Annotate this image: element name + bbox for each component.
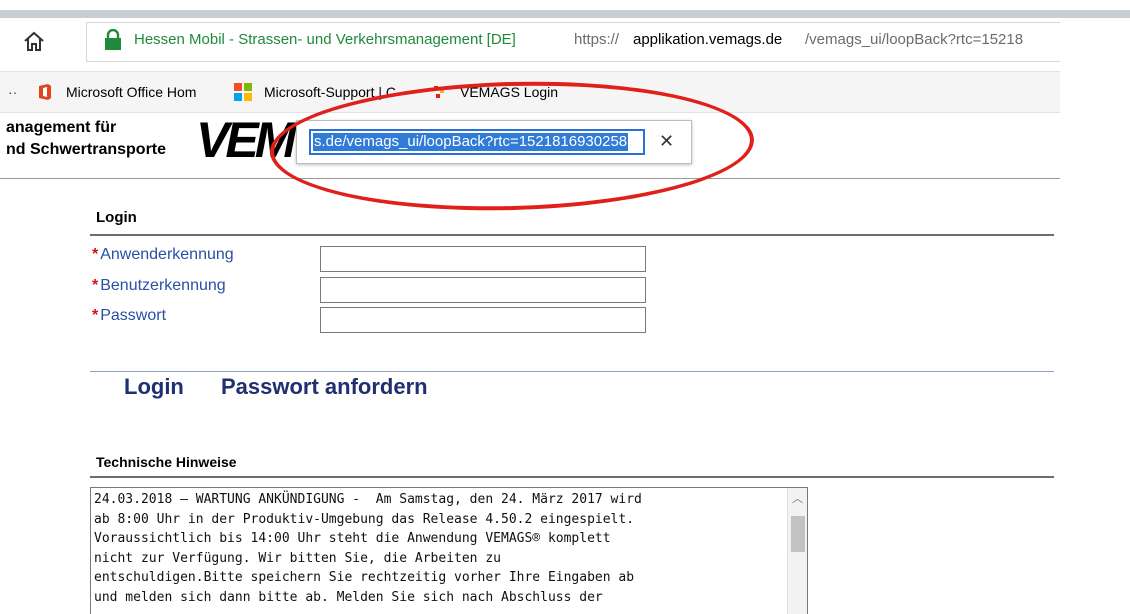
favorites-overflow[interactable]: ··: [8, 84, 17, 100]
anwenderkennung-label: * Anwenderkennung: [92, 246, 234, 264]
favorite-office-link[interactable]: Microsoft Office Hom: [66, 84, 196, 100]
vemags-icon: [432, 83, 450, 101]
passwort-input[interactable]: [320, 307, 646, 333]
address-bar-row: Hessen Mobil - Strassen- und Verkehrsman…: [0, 18, 1060, 66]
required-marker: *: [92, 246, 99, 263]
lock-icon[interactable]: [104, 28, 122, 51]
technical-notes-text: 24.03.2018 – WARTUNG ANKÜNDIGUNG - Am Sa…: [94, 492, 642, 605]
favorite-vemags-link[interactable]: VEMAGS Login: [460, 84, 558, 100]
site-identity[interactable]: Hessen Mobil - Strassen- und Verkehrsman…: [134, 31, 516, 48]
windows-icon: [234, 83, 252, 101]
technical-notes-divider: [90, 476, 1054, 478]
close-icon[interactable]: ✕: [659, 132, 674, 150]
required-marker: *: [92, 277, 99, 294]
window-top-strip: [0, 10, 1130, 18]
technical-notes-title: Technische Hinweise: [96, 454, 237, 470]
login-link[interactable]: Login: [124, 374, 184, 400]
benutzerkennung-label-text: Benutzerkennung: [100, 277, 226, 294]
scrollbar-thumb[interactable]: [791, 516, 805, 552]
favorites-bar: ·· Microsoft Office Hom Microsoft-Suppor…: [0, 71, 1060, 113]
actions-divider: [90, 371, 1054, 372]
url-host: applikation.vemags.de: [633, 31, 783, 48]
passwort-label-text: Passwort: [100, 307, 167, 324]
url-popup-selected-text: s.de/vemags_ui/loopBack?rtc=152181693025…: [313, 133, 629, 151]
home-icon[interactable]: [20, 28, 48, 56]
required-marker: *: [92, 307, 99, 324]
passwort-label: * Passwort: [92, 307, 166, 325]
banner-title-line1: anagement für: [6, 119, 117, 136]
benutzerkennung-label: * Benutzerkennung: [92, 277, 226, 295]
favorite-support-link[interactable]: Microsoft-Support | C: [264, 84, 396, 100]
url-path: /vemags_ui/loopBack?rtc=15218: [805, 31, 1024, 48]
technical-notes-textarea[interactable]: 24.03.2018 – WARTUNG ANKÜNDIGUNG - Am Sa…: [90, 487, 808, 614]
url-popup-input[interactable]: s.de/vemags_ui/loopBack?rtc=152181693025…: [309, 129, 645, 155]
login-section-divider: [90, 234, 1054, 236]
notes-scrollbar[interactable]: ︿: [787, 488, 807, 614]
url-scheme: https://: [574, 31, 620, 48]
chevron-up-icon[interactable]: ︿: [792, 490, 803, 506]
login-section-title: Login: [96, 209, 137, 226]
anwenderkennung-input[interactable]: [320, 246, 646, 272]
vemags-logo: VEM: [196, 117, 296, 163]
office-icon: [36, 83, 54, 101]
url-popup: s.de/vemags_ui/loopBack?rtc=152181693025…: [296, 120, 692, 164]
request-password-link[interactable]: Passwort anfordern: [221, 374, 428, 400]
banner-title-line2: nd Schwertransporte: [6, 141, 167, 158]
benutzerkennung-input[interactable]: [320, 277, 646, 303]
anwenderkennung-label-text: Anwenderkennung: [100, 246, 234, 263]
